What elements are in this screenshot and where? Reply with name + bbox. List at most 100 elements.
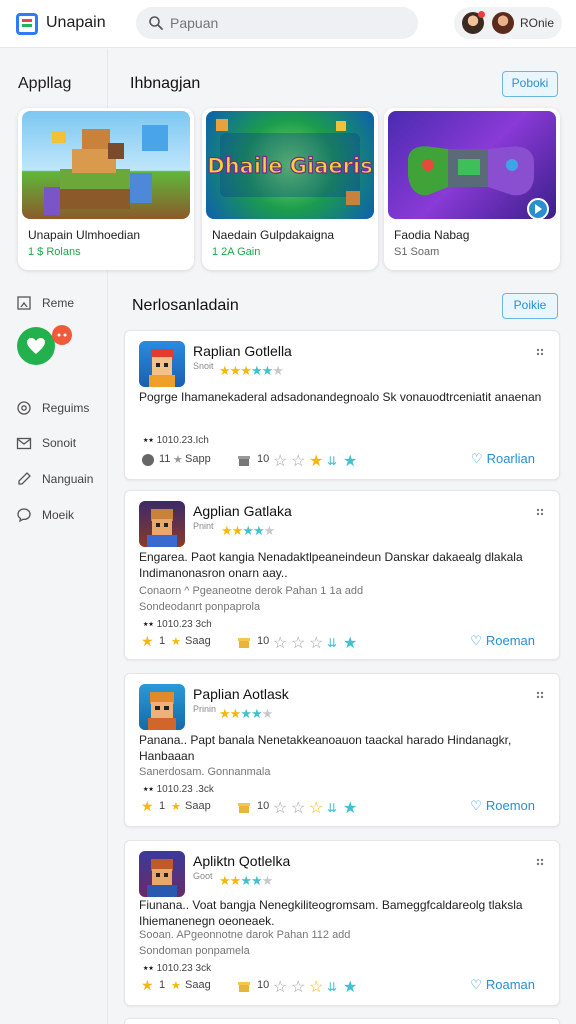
app-icon [139,851,185,897]
app-meta-secondary: Sondoman ponpamela [139,945,250,957]
sidebar-item-label: Moeik [42,508,75,522]
rate-star-1[interactable]: ☆ [273,977,287,997]
star-icon: ★ [141,977,154,993]
stat-label: Saag [185,635,211,647]
app-name: Paplian Aotlask [193,686,289,702]
featured-card-name: Faodia Nabag [394,228,470,242]
sidebar-heading: Appllag [18,75,72,92]
heart-icon: ♡ [470,451,483,466]
featured-card[interactable]: Faodia Nabag S1 Soam [384,108,560,270]
game-artwork: Dhaile Giaeris [206,111,374,219]
app-developer: Prinin [193,704,217,714]
rate-star-3[interactable]: ☆ [309,798,323,818]
rate-star-4[interactable]: ⇊ [327,636,337,650]
game-logo-image: Dhaile Giaeris [207,119,373,205]
rate-star-2[interactable]: ☆ [291,798,305,818]
star-icon: ★ [141,798,154,814]
sidebar-item-sonoit[interactable]: Sonoit [16,432,106,454]
app-description: Panana.. Papt banala Nenetakkeanoauon ta… [139,733,512,763]
featured-more-button[interactable]: Poboki [502,71,558,97]
app-action-link[interactable]: ♡ Roeman [470,633,535,651]
stat-label: Saag [185,979,211,991]
search-input[interactable] [170,13,400,33]
drag-handle-icon[interactable] [535,347,545,357]
stat-count: 11 [159,453,171,465]
app-description: Pogrge Ihamanekaderal adsadonandegnoalo … [139,390,542,404]
rate-star-2[interactable]: ☆ [291,451,305,471]
rating-stars: ★★★★★ [219,873,273,888]
search-icon [149,16,163,30]
app-action-link[interactable]: ♡ Roaman [470,977,535,995]
character-image [147,859,177,897]
game-artwork [388,111,556,219]
rate-star-4[interactable]: ⇊ [327,980,337,994]
app-action-link[interactable]: ♡ Roarlian [471,451,535,469]
rate-star-3[interactable]: ☆ [309,633,323,653]
app-developer: Pnint [193,521,214,531]
favorite-button[interactable] [17,327,55,365]
rate-star-2[interactable]: ☆ [291,633,305,653]
rate-star-5[interactable]: ★ [343,633,357,653]
app-metric: ⭑⭑ 1010.23 3ch [143,619,212,630]
rate-star-5[interactable]: ★ [343,451,357,471]
app-action-link[interactable]: ♡ Roemon [470,798,535,816]
list-item[interactable]: Raplian Gotlella Snoit ★★★★★★ Pogrge Iha… [124,330,560,480]
rating-stars: ★★★★★★ [219,363,284,378]
rate-star-4[interactable]: ⇊ [327,801,337,815]
app-meta: Sooan. APgeonnotne darok Pahan 112 add [139,929,351,941]
rate-star-3[interactable]: ☆ [309,977,323,997]
chat-icon [17,508,31,523]
app-icon [139,501,185,547]
list-item[interactable]: Agplian Gatlaka Pnint ★★★★★ Engarea. Pao… [124,490,560,660]
game-artwork [22,111,190,219]
sidebar-item-reme[interactable]: Reme [16,292,106,314]
drag-handle-icon[interactable] [535,507,545,517]
rating-stars: ★★★★★ [221,523,275,538]
app-stats-row: ★ 1 ★ Saag 10 ☆ ☆ ☆ ⇊ ★ ♡ Roeman [141,633,535,653]
stat-count: 1 [159,635,166,647]
badge [52,325,72,345]
list-more-button[interactable]: Poikie [502,293,558,319]
character-image [147,509,177,547]
rate-star-3[interactable]: ★ [309,451,323,471]
featured-card-sub: 1 2A Gain [212,246,261,258]
featured-card-sub: S1 Soam [394,246,440,258]
stat-number: 10 [257,979,270,991]
list-title: Nerlosanladain [132,297,239,314]
list-item[interactable]: Paplian Aotlask Prinin ★★★★★ Panana.. Pa… [124,673,560,827]
drag-handle-icon[interactable] [535,857,545,867]
rate-star-1[interactable]: ☆ [273,798,287,818]
list-item[interactable]: Apliktn Qotlelka Goot ★★★★★ Fiunana.. Vo… [124,840,560,1006]
sidebar-item-label: Sonoit [42,436,77,450]
stat-label: Saap [185,800,211,812]
featured-card[interactable]: Dhaile Giaeris Naedain Gulpdakaigna 1 2A… [202,108,378,270]
app-description: Fiunana.. Voat bangja Nenegkiliteogromsa… [139,898,523,928]
stat-count: 1 [159,979,166,991]
sidebar-item-label: Reme [42,296,75,310]
rate-star-5[interactable]: ★ [343,977,357,997]
sidebar-item-label: Reguims [42,401,90,415]
rate-star-5[interactable]: ★ [343,798,357,818]
sidebar-item-reguims[interactable]: Reguims [16,397,106,419]
app-logo-icon[interactable] [16,13,38,35]
app-name: Apliktn Qotlelka [193,853,291,869]
featured-card-name: Naedain Gulpdakaigna [212,228,335,242]
list-item[interactable] [124,1018,560,1024]
sidebar-item-nanguain[interactable]: Nanguain [16,468,106,490]
featured-card[interactable]: Unapain Ulmhoedian 1 $ Rolans [18,108,194,270]
user-name[interactable]: ROnie [520,16,554,30]
stat-number: 10 [257,635,270,647]
avatar[interactable] [492,12,514,34]
rate-star-4[interactable]: ⇊ [327,454,337,468]
sidebar-item-label: Nanguain [42,472,94,486]
rate-star-2[interactable]: ☆ [291,977,305,997]
stat-number: 10 [257,453,270,465]
rate-star-1[interactable]: ☆ [273,633,287,653]
search-bar[interactable] [136,7,418,39]
rate-star-1[interactable]: ☆ [273,451,287,471]
user-menu[interactable]: ROnie [454,7,562,39]
sidebar-item-moeik[interactable]: Moeik [16,504,106,526]
heart-icon [27,338,45,354]
gift-icon [238,982,250,992]
drag-handle-icon[interactable] [535,690,545,700]
